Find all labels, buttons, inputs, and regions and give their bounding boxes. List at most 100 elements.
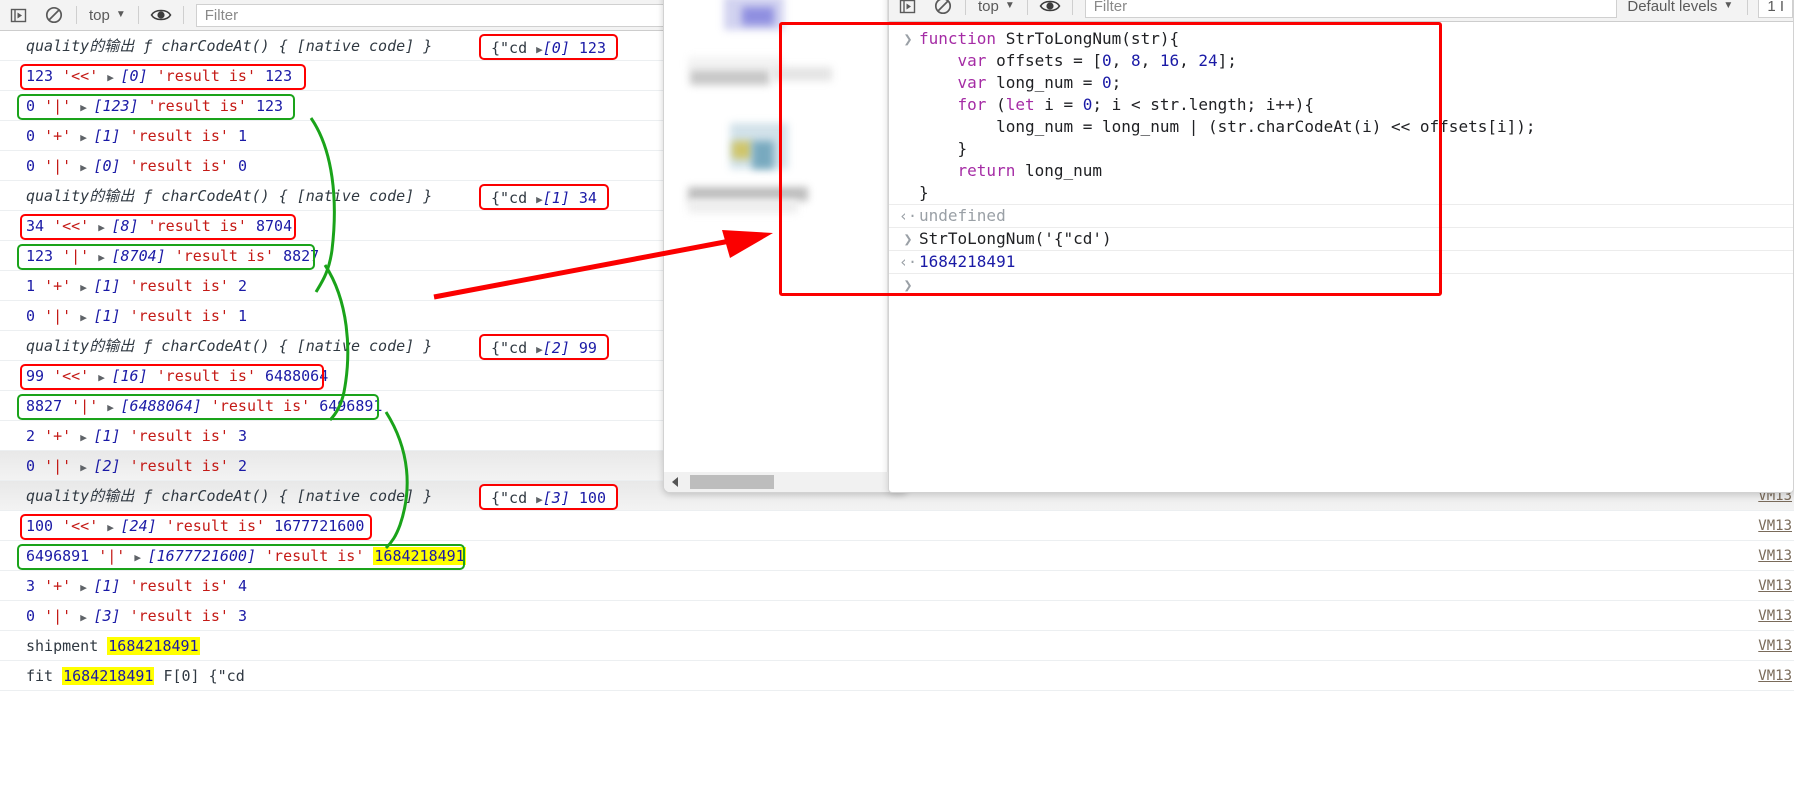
source-link[interactable]: VM13 <box>1758 631 1792 661</box>
expand-triangle-icon: ▶ <box>98 251 112 264</box>
blur-swatch <box>742 7 774 25</box>
console-output-line[interactable]: ❯ <box>889 274 1793 296</box>
console-prompt-icon: ‹· <box>898 253 918 271</box>
filter-placeholder: Filter <box>1093 0 1128 15</box>
console-output-line[interactable]: var offsets = [0, 8, 16, 24]; <box>889 50 1793 72</box>
console-code-text: } <box>919 139 968 158</box>
console-output-line[interactable]: ‹· undefined <box>889 204 1793 228</box>
expand-triangle-icon: ▶ <box>80 461 94 474</box>
console-code-text: var offsets = [0, 8, 16, 24]; <box>957 51 1237 70</box>
clear-console-icon[interactable] <box>36 0 72 30</box>
context-selector[interactable]: top ▼ <box>970 0 1023 18</box>
expand-triangle-icon: ▶ <box>536 43 543 56</box>
console-code-text: for (let i = 0; i < str.length; i++){ <box>957 95 1314 114</box>
source-link[interactable]: VM13 <box>1758 541 1792 571</box>
object-preview[interactable]: {"cd ▶[0] 123 <box>479 34 618 60</box>
log-levels-selector[interactable]: Default levels ▼ <box>1617 0 1743 18</box>
expand-triangle-icon: ▶ <box>98 221 112 234</box>
console-code-text: var long_num = 0; <box>957 73 1122 92</box>
overlay-horizontal-scrollbar[interactable] <box>664 472 907 492</box>
toolbar-divider <box>965 0 966 15</box>
issues-counter-label: 1 I <box>1767 0 1784 15</box>
console-prompt-icon: ❯ <box>903 230 913 248</box>
console-output-line[interactable]: ‹· 1684218491 <box>889 250 1793 274</box>
console-output[interactable]: ❯ function StrToLongNum(str){ var offsets… <box>889 22 1793 492</box>
blur-swatch <box>752 141 774 169</box>
live-expression-icon[interactable] <box>143 0 179 30</box>
toolbar-divider <box>1026 0 1028 15</box>
chevron-down-icon: ▼ <box>1004 0 1015 11</box>
toolbar-divider <box>1071 0 1073 15</box>
console-code-text: function StrToLongNum(str){ <box>919 29 1180 48</box>
filter-placeholder: Filter <box>204 6 239 24</box>
blur-swatch <box>688 200 798 213</box>
screenshot-root: top ▼ Filter quality的输出 ƒ charCodeAt() {… <box>0 0 1794 792</box>
console-output-line[interactable]: } <box>889 138 1793 160</box>
context-selector-label: top <box>978 0 999 15</box>
chevron-down-icon: ▼ <box>1723 0 1734 11</box>
native-code-message: quality的输出 ƒ charCodeAt() { [native code… <box>26 187 433 205</box>
chevron-down-icon: ▼ <box>115 9 126 20</box>
foreground-console-toolbar: top ▼ Filter Default levels ▼ 1 I <box>889 0 1793 22</box>
execute-step-icon[interactable] <box>0 0 36 30</box>
console-prompt-icon: ‹· <box>898 207 918 225</box>
blur-swatch <box>690 70 770 85</box>
console-code-text: StrToLongNum('{"cd') <box>919 229 1112 248</box>
scroll-left-arrow-icon[interactable] <box>664 476 686 488</box>
expand-triangle-icon: ▶ <box>80 581 94 594</box>
expand-triangle-icon: ▶ <box>80 131 94 144</box>
expand-triangle-icon: ▶ <box>536 193 543 206</box>
blur-swatch <box>732 141 752 159</box>
scrollbar-track[interactable] <box>686 472 885 492</box>
console-code-text: } <box>919 183 929 202</box>
expand-triangle-icon: ▶ <box>80 311 94 324</box>
toolbar-divider <box>1747 0 1749 15</box>
console-log-row[interactable]: shipment 1684218491 VM13 <box>0 631 1794 661</box>
live-expression-icon[interactable] <box>1032 0 1068 21</box>
console-output-line[interactable]: var long_num = 0; <box>889 72 1793 94</box>
console-output-line[interactable]: long_num = long_num | (str.charCodeAt(i)… <box>889 116 1793 138</box>
console-output-line[interactable]: } <box>889 182 1793 204</box>
console-log-row[interactable]: 0 '|' ▶ [3] 'result is' 3 VM13 <box>0 601 1794 631</box>
clear-console-icon[interactable] <box>925 0 961 21</box>
expand-triangle-icon: ▶ <box>107 521 121 534</box>
issues-counter[interactable]: 1 I <box>1758 0 1793 18</box>
console-code-text: undefined <box>919 206 1006 225</box>
expand-triangle-icon: ▶ <box>80 101 94 114</box>
console-output-line[interactable]: ❯ StrToLongNum('{"cd') <box>889 228 1793 250</box>
object-preview[interactable]: {"cd ▶[3] 100 <box>479 484 618 510</box>
console-output-line[interactable]: for (let i = 0; i < str.length; i++){ <box>889 94 1793 116</box>
console-log-row[interactable]: 3 '+' ▶ [1] 'result is' 4 VM13 <box>0 571 1794 601</box>
log-levels-label: Default levels <box>1627 0 1718 15</box>
blur-swatch <box>688 57 784 71</box>
console-log-row[interactable]: 6496891 '|' ▶ [1677721600] 'result is' 1… <box>0 541 1794 571</box>
source-link[interactable]: VM13 <box>1758 511 1792 541</box>
console-prompt-icon: ❯ <box>903 276 913 294</box>
source-link[interactable]: VM13 <box>1758 661 1792 691</box>
source-link[interactable]: VM13 <box>1758 601 1792 631</box>
context-selector-label: top <box>89 6 110 24</box>
console-output-line[interactable]: ❯ function StrToLongNum(str){ <box>889 28 1793 50</box>
object-preview[interactable]: {"cd ▶[2] 99 <box>479 334 609 360</box>
console-log-row[interactable]: 100 '<<' ▶ [24] 'result is' 1677721600 VM… <box>0 511 1794 541</box>
console-code-text: return long_num <box>957 161 1103 180</box>
blur-swatch <box>772 67 832 81</box>
expand-triangle-icon: ▶ <box>98 371 112 384</box>
toolbar-divider <box>137 6 139 24</box>
context-selector[interactable]: top ▼ <box>81 3 134 27</box>
console-log-row[interactable]: fit 1684218491 F[0] {"cd VM13 <box>0 661 1794 691</box>
expand-triangle-icon: ▶ <box>80 431 94 444</box>
filter-input[interactable]: Filter <box>1084 0 1618 18</box>
expand-triangle-icon: ▶ <box>80 611 94 624</box>
scrollbar-thumb[interactable] <box>690 475 774 489</box>
execute-step-icon[interactable] <box>889 0 925 21</box>
object-preview[interactable]: {"cd ▶[1] 34 <box>479 184 609 210</box>
expand-triangle-icon: ▶ <box>536 343 543 356</box>
console-code-text: 1684218491 <box>919 252 1016 271</box>
source-link[interactable]: VM13 <box>1758 571 1792 601</box>
native-code-message: quality的输出 ƒ charCodeAt() { [native code… <box>26 37 433 55</box>
console-output-line[interactable]: return long_num <box>889 160 1793 182</box>
toolbar-divider <box>182 6 184 24</box>
blur-swatch <box>688 187 808 201</box>
expand-triangle-icon: ▶ <box>107 401 121 414</box>
